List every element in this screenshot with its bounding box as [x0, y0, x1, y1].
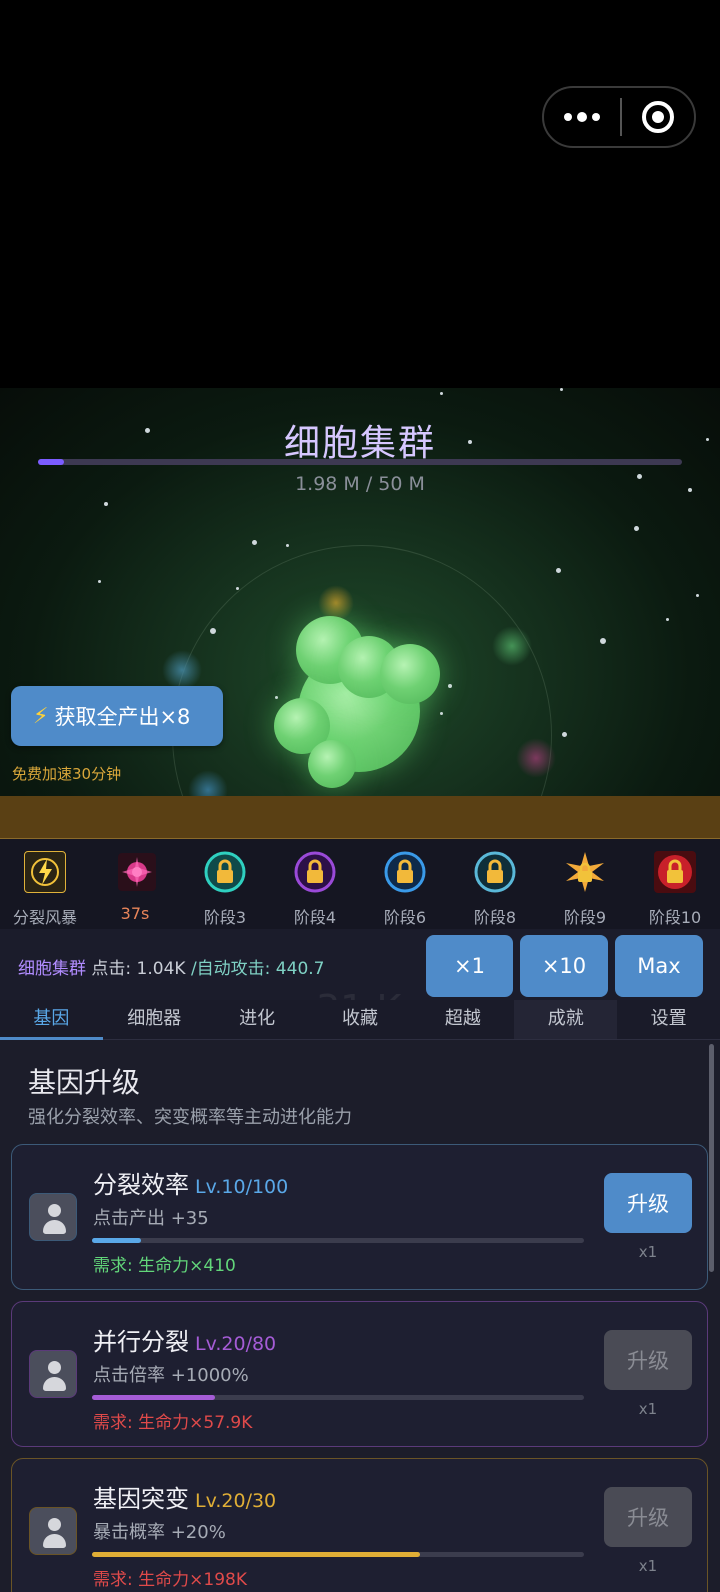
- scrollbar[interactable]: [709, 1044, 714, 1272]
- upgrade-progress-bar: [92, 1552, 584, 1557]
- tab-achievements[interactable]: 成就: [514, 1000, 618, 1039]
- upgrade-name: 分裂效率 Lv.10/100: [93, 1171, 289, 1199]
- skill-label: 分裂风暴: [12, 908, 77, 927]
- stats-text: 细胞集群 点击: 1.04K /自动攻击: 440.7: [18, 954, 324, 979]
- upgrade-effect: 点击倍率 +1000%: [93, 1365, 249, 1386]
- upgrade-card: 分裂效率 Lv.10/100 点击产出 +35 需求: 生命力×410 升级 x1: [11, 1144, 708, 1290]
- skill-label: 阶段4: [293, 908, 337, 927]
- upgrade-multiplier: x1: [638, 1243, 658, 1261]
- skill-slot[interactable]: 阶段10: [630, 839, 720, 929]
- skill-slot[interactable]: 阶段3: [180, 839, 270, 929]
- upgrade-progress-fill: [92, 1552, 421, 1557]
- lightning-icon: ⚡: [33, 703, 49, 729]
- skill-bar: 分裂风暴 37s 阶段3 阶段4 阶段6 阶段8 阶段9 阶段10: [0, 839, 720, 929]
- lock-icon: [294, 851, 336, 893]
- multiplier-x1-button[interactable]: ×1: [426, 935, 513, 997]
- skill-slot[interactable]: 阶段8: [450, 839, 540, 929]
- upgrade-button[interactable]: 升级: [604, 1173, 692, 1233]
- tab-evolution[interactable]: 进化: [206, 1000, 309, 1039]
- upgrade-level: Lv.20/30: [195, 1490, 277, 1512]
- upgrade-multiplier: x1: [638, 1557, 658, 1575]
- tab-settings[interactable]: 设置: [617, 1000, 720, 1039]
- stage-progress-text: 1.98 M / 50 M: [295, 473, 425, 495]
- skill-label: 阶段10: [648, 908, 702, 927]
- upgrade-progress-bar: [92, 1238, 584, 1243]
- skill-label: 阶段6: [383, 908, 427, 927]
- upgrade-name: 并行分裂 Lv.20/80: [93, 1328, 277, 1356]
- tab-transcend[interactable]: 超越: [411, 1000, 514, 1039]
- skill-label: 阶段3: [203, 908, 247, 927]
- target-close-icon[interactable]: [622, 101, 694, 133]
- multiplier-x10-button[interactable]: ×10: [520, 935, 608, 997]
- lock-icon: [564, 851, 606, 893]
- upgrade-multiplier: x1: [638, 1400, 658, 1418]
- lock-icon: [384, 851, 426, 893]
- section-title: 基因升级: [28, 1066, 141, 1099]
- storm-icon: [24, 851, 66, 893]
- avatar-icon: [29, 1507, 77, 1555]
- tab-organelles[interactable]: 细胞器: [103, 1000, 206, 1039]
- section-subtitle: 强化分裂效率、突变概率等主动进化能力: [28, 1107, 352, 1128]
- upgrade-progress-fill: [92, 1395, 215, 1400]
- click-stat: 点击: 1.04K: [91, 959, 186, 979]
- tab-collection[interactable]: 收藏: [309, 1000, 412, 1039]
- free-speedup-text: 免费加速30分钟: [12, 765, 122, 783]
- app-root: 细胞集群 1.98 M / 50 M ⚡ 获取全产出×8 免费加速30分钟 分裂风…: [0, 0, 720, 1592]
- avatar-icon: [29, 1193, 77, 1241]
- stage-progress-bar: [38, 459, 682, 465]
- skill-slot[interactable]: 阶段6: [360, 839, 450, 929]
- boost-button[interactable]: ⚡ 获取全产出×8: [11, 686, 223, 746]
- lock-icon: [474, 851, 516, 893]
- glow-orb: [516, 738, 556, 778]
- multiplier-max-button[interactable]: Max: [615, 935, 703, 997]
- upgrade-requirement: 需求: 生命力×57.9K: [93, 1413, 253, 1433]
- glow-orb: [162, 650, 202, 690]
- upgrade-requirement: 需求: 生命力×198K: [93, 1570, 247, 1590]
- glow-orb: [492, 626, 532, 666]
- mini-program-capsule: [542, 86, 696, 148]
- tab-genes[interactable]: 基因: [0, 1000, 103, 1040]
- upgrade-name: 基因突变 Lv.20/30: [93, 1485, 277, 1513]
- upgrade-card: 并行分裂 Lv.20/80 点击倍率 +1000% 需求: 生命力×57.9K 升…: [11, 1301, 708, 1447]
- skill-slot[interactable]: 阶段9: [540, 839, 630, 929]
- upgrade-level: Lv.20/80: [195, 1333, 277, 1355]
- skill-slot[interactable]: 37s: [90, 839, 180, 929]
- burst-icon: [118, 853, 156, 891]
- auto-attack-stat: /自动攻击: 440.7: [190, 959, 325, 979]
- skill-slot[interactable]: 阶段4: [270, 839, 360, 929]
- upgrade-progress-bar: [92, 1395, 584, 1400]
- lock-icon: [654, 851, 696, 893]
- upgrade-effect: 点击产出 +35: [93, 1208, 209, 1229]
- avatar-icon: [29, 1350, 77, 1398]
- upgrade-card: 基因突变 Lv.20/30 暴击概率 +20% 需求: 生命力×198K 升级 x…: [11, 1458, 708, 1592]
- upgrade-button[interactable]: 升级: [604, 1487, 692, 1547]
- lock-icon: [204, 851, 246, 893]
- skill-label: 阶段9: [563, 908, 607, 927]
- upgrade-level: Lv.10/100: [195, 1176, 289, 1198]
- skill-label: 阶段8: [473, 908, 517, 927]
- boost-button-label: 获取全产出×8: [54, 705, 191, 729]
- skill-cooldown: 37s: [120, 904, 150, 923]
- cell-cluster[interactable]: [380, 644, 440, 704]
- more-dots-icon[interactable]: [544, 88, 620, 146]
- skill-slot[interactable]: 分裂风暴: [0, 839, 90, 929]
- ground-strip: [0, 796, 720, 839]
- stats-name: 细胞集群: [18, 959, 86, 979]
- stage-progress-fill: [38, 459, 64, 465]
- upgrade-requirement: 需求: 生命力×410: [93, 1256, 236, 1276]
- upgrade-progress-fill: [92, 1238, 142, 1243]
- upgrade-button[interactable]: 升级: [604, 1330, 692, 1390]
- tab-bar: 基因 细胞器 进化 收藏 超越 成就 设置: [0, 1000, 720, 1040]
- game-scene[interactable]: 细胞集群 1.98 M / 50 M ⚡ 获取全产出×8 免费加速30分钟: [0, 388, 720, 796]
- upgrade-effect: 暴击概率 +20%: [93, 1522, 226, 1543]
- bottom-panel: 分裂风暴 37s 阶段3 阶段4 阶段6 阶段8 阶段9 阶段10 细胞集群 点…: [0, 839, 720, 1592]
- cell-cluster[interactable]: [308, 740, 356, 788]
